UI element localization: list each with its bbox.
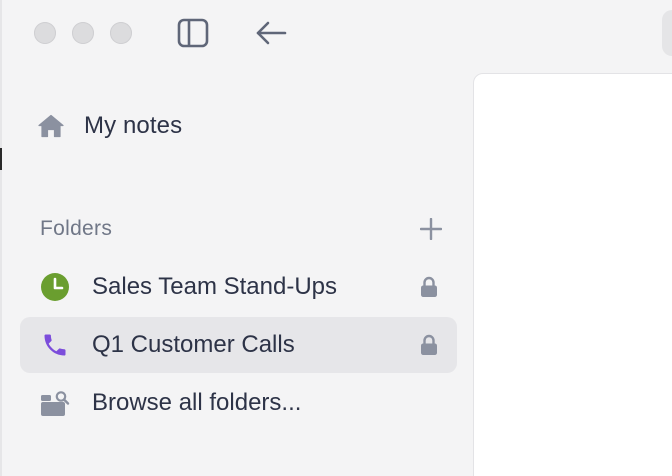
plus-icon[interactable]: [420, 218, 442, 240]
main-content-panel: [473, 73, 672, 476]
lock-icon: [419, 275, 439, 299]
edge-mark: [0, 148, 2, 170]
folder-label: Sales Team Stand-Ups: [92, 273, 338, 300]
folders-title: Folders: [40, 217, 113, 240]
sidebar-toggle-button[interactable]: [176, 16, 210, 50]
window-controls: [34, 22, 132, 44]
sidebar-folder-sales-team-stand-ups[interactable]: Sales Team Stand-Ups: [20, 259, 457, 315]
sidebar-icon: [177, 18, 209, 48]
folders-section-header: Folders: [40, 214, 442, 244]
phone-icon: [44, 334, 66, 356]
window-edge: [0, 0, 2, 476]
browse-all-folders-link[interactable]: Browse all folders...: [20, 375, 457, 431]
folder-icon-container: [40, 388, 70, 418]
lock-icon: [419, 333, 439, 357]
toolbar-control-edge[interactable]: [662, 10, 672, 56]
zoom-window-button[interactable]: [110, 22, 132, 44]
app-window: My notes Folders Sales Team Stand-Ups Q1…: [0, 0, 672, 476]
sidebar-item-label: My notes: [84, 112, 183, 139]
close-window-button[interactable]: [34, 22, 56, 44]
browse-folders-icon: [41, 391, 70, 416]
folder-icon-container: [40, 330, 70, 360]
sidebar-item-my-notes[interactable]: My notes: [38, 108, 182, 144]
back-button[interactable]: [254, 16, 288, 50]
folder-icon-container: [40, 272, 70, 302]
sidebar-folder-q1-customer-calls[interactable]: Q1 Customer Calls: [20, 317, 457, 373]
minimize-window-button[interactable]: [72, 22, 94, 44]
clock-icon: [41, 273, 69, 301]
folder-label: Browse all folders...: [92, 389, 302, 416]
folder-label: Q1 Customer Calls: [92, 331, 295, 358]
home-icon: [38, 114, 64, 138]
arrow-left-icon: [256, 21, 287, 45]
